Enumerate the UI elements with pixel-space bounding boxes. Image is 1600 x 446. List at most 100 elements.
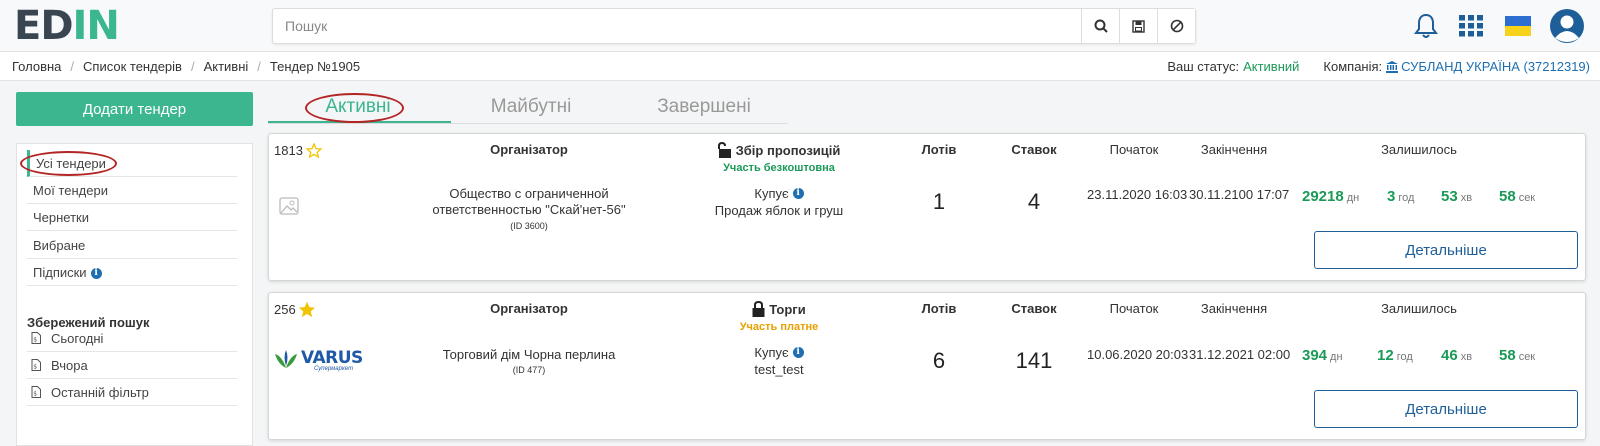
tender-subject: test_test xyxy=(754,362,804,377)
sidebar-item-subscriptions[interactable]: Підписки i xyxy=(27,259,237,286)
top-header: ED IN xyxy=(0,0,1600,52)
tender-card: 1813 Організатор Общество с ограниченной… xyxy=(268,133,1586,281)
tender-card: 256 VARUS Супермаркет Організатор Торгов… xyxy=(268,292,1586,440)
tab-active[interactable]: Активні xyxy=(268,96,448,118)
company-name: СУБЛАНД УКРАЇНА (37212319) xyxy=(1401,59,1590,74)
participation-paid: Участь платне xyxy=(739,321,819,333)
tender-tabs: Активні Майбутні Завершені xyxy=(268,94,788,124)
document-icon: $ xyxy=(31,332,41,344)
info-icon[interactable]: i xyxy=(90,268,102,280)
sidebar-item-favorites[interactable]: Вибране xyxy=(27,232,237,259)
edin-logo[interactable]: ED IN xyxy=(14,3,120,49)
svg-text:$: $ xyxy=(33,364,37,371)
tab-completed[interactable]: Завершені xyxy=(614,96,794,118)
user-menu-button[interactable] xyxy=(1548,7,1586,45)
company-label: Компанія: xyxy=(1323,59,1383,74)
clear-search-button[interactable] xyxy=(1157,9,1195,43)
user-status-area: Ваш статус: Активний Компанія: СУБЛАНД У… xyxy=(1167,59,1590,74)
language-button[interactable] xyxy=(1502,10,1534,42)
sidebar-item-label: Підписки xyxy=(33,265,87,280)
breadcrumb-active[interactable]: Активні xyxy=(204,59,249,74)
bell-icon xyxy=(1414,13,1438,38)
star-outline-icon[interactable] xyxy=(305,143,322,158)
participation-free: Участь безкоштовна xyxy=(723,162,835,174)
search-input[interactable] xyxy=(273,9,1081,43)
saved-search-last-filter[interactable]: $ Останній фільтр xyxy=(27,379,237,406)
remaining-header: Залишилось xyxy=(1381,142,1457,157)
start-date: 23.11.2020 16:03 xyxy=(1087,187,1188,202)
start-header: Початок xyxy=(1109,142,1159,157)
stage-text: Торги xyxy=(769,301,806,317)
bids-count: 4 xyxy=(1027,189,1041,214)
stage-label: Торги xyxy=(689,301,869,317)
remaining-header: Залишилось xyxy=(1381,301,1457,316)
add-tender-button[interactable]: Додати тендер xyxy=(16,92,253,126)
info-icon[interactable]: i xyxy=(792,188,804,199)
tender-id-area: 1813 xyxy=(274,143,322,158)
apps-grid-icon xyxy=(1459,15,1483,37)
saved-search-yesterday[interactable]: $ Вчора xyxy=(27,352,237,379)
countdown-days: 394 дн xyxy=(1302,347,1343,364)
star-filled-icon[interactable] xyxy=(298,302,315,317)
notifications-button[interactable] xyxy=(1410,10,1442,42)
lots-header: Лотів xyxy=(921,301,957,316)
saved-search-today[interactable]: $ Сьогодні xyxy=(27,325,237,352)
company-link[interactable]: СУБЛАНД УКРАЇНА (37212319) xyxy=(1386,59,1590,74)
breadcrumb: Головна / Список тендерів / Активні / Те… xyxy=(12,59,360,74)
tab-upcoming[interactable]: Майбутні xyxy=(441,96,621,118)
organizer-header: Організатор xyxy=(490,301,568,316)
stage-label: Збір пропозицій xyxy=(689,142,869,158)
breadcrumb-home[interactable]: Головна xyxy=(12,59,61,74)
breadcrumb-tender-list[interactable]: Список тендерів xyxy=(83,59,182,74)
save-icon xyxy=(1132,19,1145,33)
tender-id-area: 256 xyxy=(274,302,315,317)
countdown-days: 29218 дн xyxy=(1302,188,1360,205)
details-button[interactable]: Детальніше xyxy=(1314,231,1578,269)
buys-label: Купує xyxy=(754,345,789,360)
info-icon[interactable]: i xyxy=(792,347,804,358)
lock-icon xyxy=(752,301,765,317)
image-placeholder-icon xyxy=(279,197,299,218)
status-label: Ваш статус: xyxy=(1167,59,1240,74)
sidebar-item-all-tenders[interactable]: Усі тендери xyxy=(27,150,237,177)
lots-count: 1 xyxy=(932,189,946,214)
status-value: Активний xyxy=(1243,59,1300,74)
saved-search-label: Вчора xyxy=(51,357,88,373)
unlock-icon xyxy=(717,142,731,158)
end-header: Закінчення xyxy=(1200,142,1268,157)
countdown-hours: 3 год xyxy=(1387,188,1415,205)
save-search-button[interactable] xyxy=(1119,9,1157,43)
bids-header: Ставок xyxy=(1011,301,1057,316)
stage-text: Збір пропозицій xyxy=(735,142,841,158)
tender-subject: Продаж яблок и груш xyxy=(714,203,844,218)
search-bar xyxy=(272,8,1196,44)
buys-label: Купує xyxy=(754,186,789,201)
tender-number: 1813 xyxy=(274,143,303,158)
saved-search-label: Останній фільтр xyxy=(51,384,149,400)
details-button[interactable]: Детальніше xyxy=(1314,390,1578,428)
saved-search-label: Сьогодні xyxy=(51,330,104,346)
sidebar-item-drafts[interactable]: Чернетки xyxy=(27,204,237,231)
varus-logo: VARUS Супермаркет xyxy=(274,348,366,378)
lots-header: Лотів xyxy=(921,142,957,157)
breadcrumb-separator: / xyxy=(70,59,75,74)
start-date: 10.06.2020 20:03 xyxy=(1087,347,1189,362)
bank-icon xyxy=(1386,60,1399,73)
user-avatar-icon xyxy=(1550,9,1584,43)
sidebar-panel: Усі тендери Мої тендери Чернетки Вибране… xyxy=(16,143,253,446)
document-icon: $ xyxy=(31,359,41,371)
buys-row: Купує i xyxy=(689,345,869,360)
sidebar-item-my-tenders[interactable]: Мої тендери xyxy=(27,177,237,204)
document-icon: $ xyxy=(31,386,41,398)
svg-text:$: $ xyxy=(33,391,37,398)
lots-count: 6 xyxy=(932,348,946,373)
search-button[interactable] xyxy=(1081,9,1119,43)
breadcrumb-separator: / xyxy=(190,59,195,74)
start-header: Початок xyxy=(1109,301,1159,316)
svg-text:$: $ xyxy=(33,337,37,344)
organizer-id: (ID 477) xyxy=(512,365,546,375)
countdown-seconds: 58 сек xyxy=(1499,347,1536,364)
apps-grid-button[interactable] xyxy=(1455,10,1487,42)
ukraine-flag-icon xyxy=(1505,16,1531,36)
countdown-hours: 12 год xyxy=(1377,347,1413,364)
